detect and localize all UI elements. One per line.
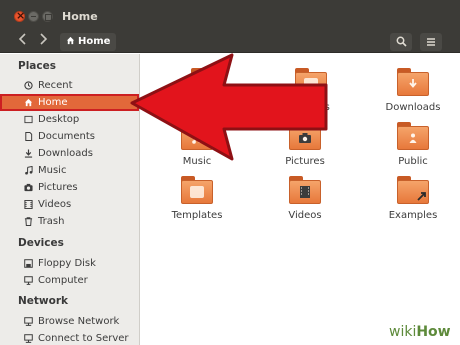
- sidebar-item-browse-network[interactable]: Browse Network: [0, 313, 139, 330]
- sidebar-item-recent[interactable]: Recent: [0, 77, 139, 94]
- sidebar-item-computer[interactable]: Computer: [0, 272, 139, 289]
- sidebar-item-connect-to-server[interactable]: Connect to Server: [0, 330, 139, 345]
- sidebar-item-label: Videos: [38, 199, 72, 210]
- download-icon: [24, 149, 33, 158]
- sidebar-item-documents[interactable]: Documents: [0, 128, 139, 145]
- chevron-right-icon: [40, 33, 48, 45]
- sidebar-item-videos[interactable]: Videos: [0, 196, 139, 213]
- sidebar-item-label: Music: [38, 165, 67, 176]
- sidebar-item-label: Home: [38, 97, 68, 108]
- menu-button[interactable]: [420, 33, 442, 51]
- sidebar-item-label: Connect to Server: [38, 333, 129, 344]
- public-folder-icon: [395, 120, 431, 152]
- close-window-button[interactable]: [14, 9, 25, 22]
- forward-button[interactable]: [32, 33, 54, 51]
- folder-public[interactable]: Public: [373, 120, 453, 167]
- sidebar: Places Recent Home Desktop Documents Dow…: [0, 54, 140, 345]
- document-icon: [25, 132, 33, 141]
- sidebar-item-label: Computer: [38, 275, 88, 286]
- home-icon: [24, 98, 33, 107]
- watermark-how: How: [416, 324, 451, 340]
- folder-templates[interactable]: Templates: [157, 174, 237, 221]
- camera-icon: [24, 183, 33, 192]
- annotation-arrow: [130, 53, 328, 161]
- search-button[interactable]: [390, 33, 412, 51]
- sidebar-item-label: Desktop: [38, 114, 80, 125]
- folder-label: Videos: [288, 210, 322, 221]
- folder-label: Templates: [171, 210, 223, 221]
- templates-folder-icon: [179, 174, 215, 206]
- examples-folder-icon: [395, 174, 431, 206]
- sidebar-item-label: Trash: [38, 216, 65, 227]
- maximize-window-button[interactable]: [42, 11, 53, 22]
- hamburger-menu-icon: [427, 38, 435, 46]
- sidebar-item-pictures[interactable]: Pictures: [0, 179, 139, 196]
- chevron-left-icon: [18, 33, 26, 45]
- server-icon: [24, 334, 33, 343]
- folder-videos[interactable]: Videos: [265, 174, 345, 221]
- window-title: Home: [62, 10, 98, 23]
- sidebar-item-label: Browse Network: [38, 316, 120, 327]
- sidebar-item-downloads[interactable]: Downloads: [0, 145, 139, 162]
- devices-heading: Devices: [18, 237, 64, 249]
- floppy-icon: [24, 259, 33, 268]
- sidebar-item-label: Recent: [38, 80, 73, 91]
- trash-icon: [24, 217, 33, 226]
- sidebar-item-music[interactable]: Music: [0, 162, 139, 179]
- sidebar-item-label: Downloads: [38, 148, 93, 159]
- title-bar: Home: [0, 0, 460, 33]
- folder-label: Examples: [388, 210, 438, 221]
- sidebar-item-label: Documents: [38, 131, 96, 142]
- folder-label: Public: [398, 156, 428, 167]
- film-icon: [24, 200, 33, 209]
- sidebar-item-desktop[interactable]: Desktop: [0, 111, 139, 128]
- downloads-folder-icon: [395, 66, 431, 98]
- sidebar-item-floppy-disk[interactable]: Floppy Disk: [0, 255, 139, 272]
- music-icon: [25, 166, 33, 175]
- sidebar-item-label: Pictures: [38, 182, 78, 193]
- clock-icon: [24, 81, 33, 90]
- minimize-window-button[interactable]: [28, 11, 39, 22]
- toolbar: Home: [0, 33, 460, 53]
- sidebar-item-trash[interactable]: Trash: [0, 213, 139, 230]
- breadcrumb-home[interactable]: Home: [60, 33, 117, 51]
- sidebar-item-home[interactable]: Home: [0, 94, 139, 111]
- folder-label: Downloads: [385, 102, 441, 113]
- computer-icon: [24, 276, 33, 285]
- sidebar-item-label: Floppy Disk: [38, 258, 96, 269]
- watermark-wiki: wiki: [389, 324, 417, 340]
- search-icon: [396, 36, 407, 47]
- network-icon: [24, 317, 33, 326]
- breadcrumb-label: Home: [78, 36, 111, 47]
- folder-examples[interactable]: Examples: [373, 174, 453, 221]
- back-button[interactable]: [12, 33, 34, 51]
- watermark: wikiHow: [384, 322, 456, 342]
- videos-folder-icon: [287, 174, 323, 206]
- network-heading: Network: [18, 295, 69, 307]
- desktop-icon: [24, 115, 33, 124]
- folder-downloads[interactable]: Downloads: [373, 66, 453, 113]
- home-icon: [66, 36, 75, 45]
- places-heading: Places: [18, 60, 56, 72]
